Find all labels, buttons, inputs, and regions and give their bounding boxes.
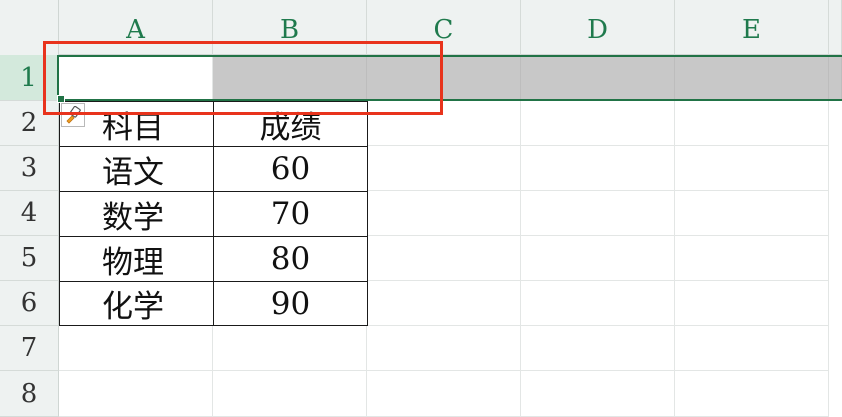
cell-e8[interactable] (675, 371, 829, 417)
table-cell-score[interactable]: 70 (213, 191, 368, 237)
cell-d4[interactable] (521, 191, 675, 236)
cell-e7[interactable] (675, 326, 829, 371)
table-cell-subject[interactable]: 数学 (59, 191, 214, 237)
cell-e6[interactable] (675, 281, 829, 326)
cell-e2[interactable] (675, 101, 829, 146)
cell-e5[interactable] (675, 236, 829, 281)
row-header-7[interactable]: 7 (0, 326, 59, 371)
cell-c1[interactable] (367, 55, 521, 101)
table-header-score[interactable]: 成绩 (213, 101, 368, 147)
cell-c6[interactable] (367, 281, 521, 326)
cell-f1[interactable] (829, 55, 842, 101)
cell-d5[interactable] (521, 236, 675, 281)
column-header-f[interactable] (829, 0, 842, 55)
column-header-row: A B C D E (0, 0, 842, 55)
row-header-2[interactable]: 2 (0, 101, 59, 146)
cell-c5[interactable] (367, 236, 521, 281)
column-header-b[interactable]: B (213, 0, 367, 55)
fill-handle[interactable] (57, 95, 65, 103)
cell-d3[interactable] (521, 146, 675, 191)
column-header-a[interactable]: A (59, 0, 213, 55)
cell-e4[interactable] (675, 191, 829, 236)
column-header-c[interactable]: C (367, 0, 521, 55)
table-cell-subject[interactable]: 语文 (59, 146, 214, 192)
cell-c7[interactable] (367, 326, 521, 371)
cell-d7[interactable] (521, 326, 675, 371)
row-header-6[interactable]: 6 (0, 281, 59, 326)
cell-b1[interactable] (213, 55, 367, 101)
cell-b7[interactable] (213, 326, 367, 371)
cell-b8[interactable] (213, 371, 367, 417)
row-header-1[interactable]: 1 (0, 55, 59, 101)
cell-e3[interactable] (675, 146, 829, 191)
spreadsheet: A B C D E 1 2 3 4 5 6 7 8 科目 成绩 语文 60 数学… (0, 0, 842, 417)
paste-brush-icon[interactable] (61, 103, 85, 127)
cell-c2[interactable] (367, 101, 521, 146)
row-header-4[interactable]: 4 (0, 191, 59, 236)
cell-d1[interactable] (521, 55, 675, 101)
cell-a7[interactable] (59, 326, 213, 371)
cell-c4[interactable] (367, 191, 521, 236)
cell-e1[interactable] (675, 55, 829, 101)
cell-a8[interactable] (59, 371, 213, 417)
select-all-corner[interactable] (0, 0, 59, 55)
row-header-8[interactable]: 8 (0, 371, 59, 417)
column-header-d[interactable]: D (521, 0, 675, 55)
table-cell-score[interactable]: 90 (213, 281, 368, 326)
table-cell-subject[interactable]: 化学 (59, 281, 214, 326)
cell-a1[interactable] (59, 55, 213, 101)
cell-d6[interactable] (521, 281, 675, 326)
row-header-5[interactable]: 5 (0, 236, 59, 281)
row-header-3[interactable]: 3 (0, 146, 59, 191)
table-cell-score[interactable]: 60 (213, 146, 368, 192)
column-header-e[interactable]: E (675, 0, 829, 55)
cell-c3[interactable] (367, 146, 521, 191)
table-cell-subject[interactable]: 物理 (59, 236, 214, 282)
cell-d8[interactable] (521, 371, 675, 417)
cell-d2[interactable] (521, 101, 675, 146)
cell-c8[interactable] (367, 371, 521, 417)
table-cell-score[interactable]: 80 (213, 236, 368, 282)
